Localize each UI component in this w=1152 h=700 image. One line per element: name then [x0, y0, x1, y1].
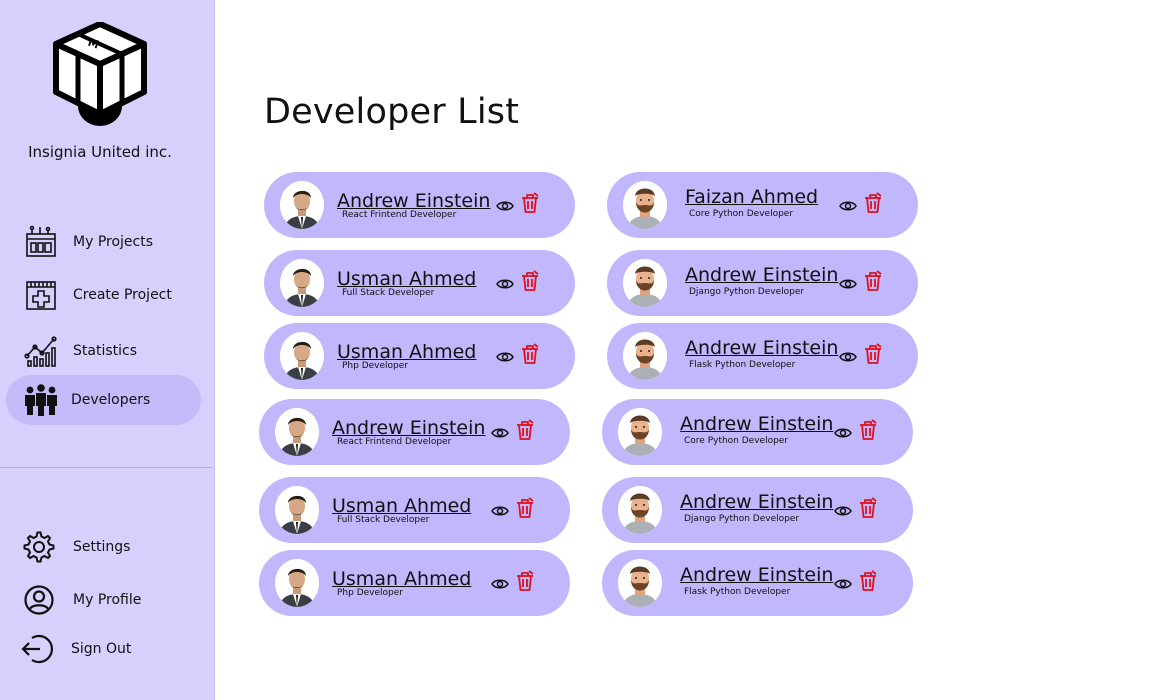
nav-label: Statistics	[73, 343, 137, 359]
view-eye-icon[interactable]	[839, 349, 857, 363]
nav-label: Developers	[71, 392, 151, 408]
company-logo: M	[52, 21, 148, 128]
developers-icon	[23, 382, 59, 418]
developer-name-link[interactable]: Andrew Einstein	[680, 564, 833, 586]
sign-out-icon	[19, 631, 55, 667]
developer-avatar	[618, 408, 662, 456]
developer-avatar	[618, 559, 662, 607]
developer-name-link[interactable]: Usman Ahmed	[337, 341, 476, 363]
developer-name-link[interactable]: Andrew Einstein	[685, 264, 838, 286]
developer-role: Flask Python Developer	[689, 360, 796, 370]
nav-label: Create Project	[73, 287, 172, 303]
nav-label: My Profile	[73, 592, 142, 608]
developer-avatar	[618, 486, 662, 534]
delete-trash-icon[interactable]	[863, 270, 883, 292]
developer-card: Usman Ahmed Php Developer	[264, 323, 575, 389]
view-eye-icon[interactable]	[834, 576, 852, 590]
developer-role: React Frintend Developer	[337, 437, 452, 447]
developer-name-link[interactable]: Andrew Einstein	[332, 417, 485, 439]
developer-avatar	[275, 408, 319, 456]
nav-developers[interactable]: Developers	[6, 375, 201, 425]
developer-card: Andrew Einstein Django Python Developer	[602, 477, 913, 543]
view-eye-icon[interactable]	[834, 425, 852, 439]
nav-label: Settings	[73, 539, 131, 555]
developer-role: Php Developer	[342, 361, 408, 371]
nav-my-profile[interactable]: My Profile	[6, 575, 201, 625]
view-eye-icon[interactable]	[491, 503, 509, 517]
nav-statistics[interactable]: Statistics	[6, 326, 201, 376]
developer-card: Usman Ahmed Full Stack Developer	[259, 477, 570, 543]
developer-card: Usman Ahmed Php Developer	[259, 550, 570, 616]
delete-trash-icon[interactable]	[515, 497, 535, 519]
create-project-icon	[23, 277, 59, 313]
developer-avatar	[280, 332, 324, 380]
page-title: Developer List	[264, 92, 520, 132]
developer-name-link[interactable]: Usman Ahmed	[332, 495, 471, 517]
delete-trash-icon[interactable]	[515, 570, 535, 592]
developer-role: React Frintend Developer	[342, 210, 457, 220]
view-eye-icon[interactable]	[496, 198, 514, 212]
developer-avatar	[623, 259, 667, 307]
developer-name-link[interactable]: Andrew Einstein	[685, 337, 838, 359]
view-eye-icon[interactable]	[839, 198, 857, 212]
developer-avatar	[275, 559, 319, 607]
developer-card: Andrew Einstein React Frintend Developer	[259, 399, 570, 465]
developer-name-link[interactable]: Usman Ahmed	[332, 568, 471, 590]
developer-role: Core Python Developer	[689, 209, 794, 219]
view-eye-icon[interactable]	[491, 425, 509, 439]
developer-avatar	[623, 332, 667, 380]
developer-role: Django Python Developer	[684, 514, 800, 524]
developer-name-link[interactable]: Andrew Einstein	[680, 413, 833, 435]
nav-sign-out[interactable]: Sign Out	[6, 624, 201, 674]
developer-role: Core Python Developer	[684, 436, 789, 446]
developer-card: Andrew Einstein React Frintend Developer	[264, 172, 575, 238]
developer-card: Andrew Einstein Flask Python Developer	[607, 323, 918, 389]
developer-card: Andrew Einstein Core Python Developer	[602, 399, 913, 465]
sidebar-divider	[0, 467, 212, 468]
sidebar: M Insignia United inc. My Projects Creat…	[0, 0, 215, 700]
delete-trash-icon[interactable]	[520, 343, 540, 365]
nav-label: Sign Out	[71, 641, 132, 657]
nav-settings[interactable]: Settings	[6, 522, 201, 572]
delete-trash-icon[interactable]	[520, 192, 540, 214]
developer-role: Django Python Developer	[689, 287, 805, 297]
view-eye-icon[interactable]	[834, 503, 852, 517]
developer-avatar	[280, 181, 324, 229]
gear-icon	[21, 529, 57, 565]
delete-trash-icon[interactable]	[858, 570, 878, 592]
view-eye-icon[interactable]	[496, 276, 514, 290]
delete-trash-icon[interactable]	[520, 270, 540, 292]
developer-card: Andrew Einstein Flask Python Developer	[602, 550, 913, 616]
developer-avatar	[623, 181, 667, 229]
developer-role: Full Stack Developer	[342, 288, 435, 298]
delete-trash-icon[interactable]	[863, 192, 883, 214]
view-eye-icon[interactable]	[491, 576, 509, 590]
developer-role: Full Stack Developer	[337, 515, 430, 525]
developer-role: Php Developer	[337, 588, 403, 598]
developer-role: Flask Python Developer	[684, 587, 791, 597]
profile-icon	[21, 582, 57, 618]
developer-name-link[interactable]: Usman Ahmed	[337, 268, 476, 290]
developer-name-link[interactable]: Andrew Einstein	[680, 491, 833, 513]
projects-icon	[23, 224, 59, 260]
nav-my-projects[interactable]: My Projects	[6, 217, 201, 267]
developer-card: Faizan Ahmed Core Python Developer	[607, 172, 918, 238]
nav-label: My Projects	[73, 234, 154, 250]
developer-name-link[interactable]: Andrew Einstein	[337, 190, 490, 212]
nav-create-project[interactable]: Create Project	[6, 270, 201, 320]
developer-card: Usman Ahmed Full Stack Developer	[264, 250, 575, 316]
developer-avatar	[280, 259, 324, 307]
delete-trash-icon[interactable]	[858, 419, 878, 441]
developer-card: Andrew Einstein Django Python Developer	[607, 250, 918, 316]
view-eye-icon[interactable]	[839, 276, 857, 290]
company-name: Insignia United inc.	[28, 143, 172, 161]
developer-name-link[interactable]: Faizan Ahmed	[685, 186, 818, 208]
delete-trash-icon[interactable]	[515, 419, 535, 441]
statistics-icon	[23, 333, 59, 369]
developer-avatar	[275, 486, 319, 534]
delete-trash-icon[interactable]	[858, 497, 878, 519]
view-eye-icon[interactable]	[496, 349, 514, 363]
delete-trash-icon[interactable]	[863, 343, 883, 365]
